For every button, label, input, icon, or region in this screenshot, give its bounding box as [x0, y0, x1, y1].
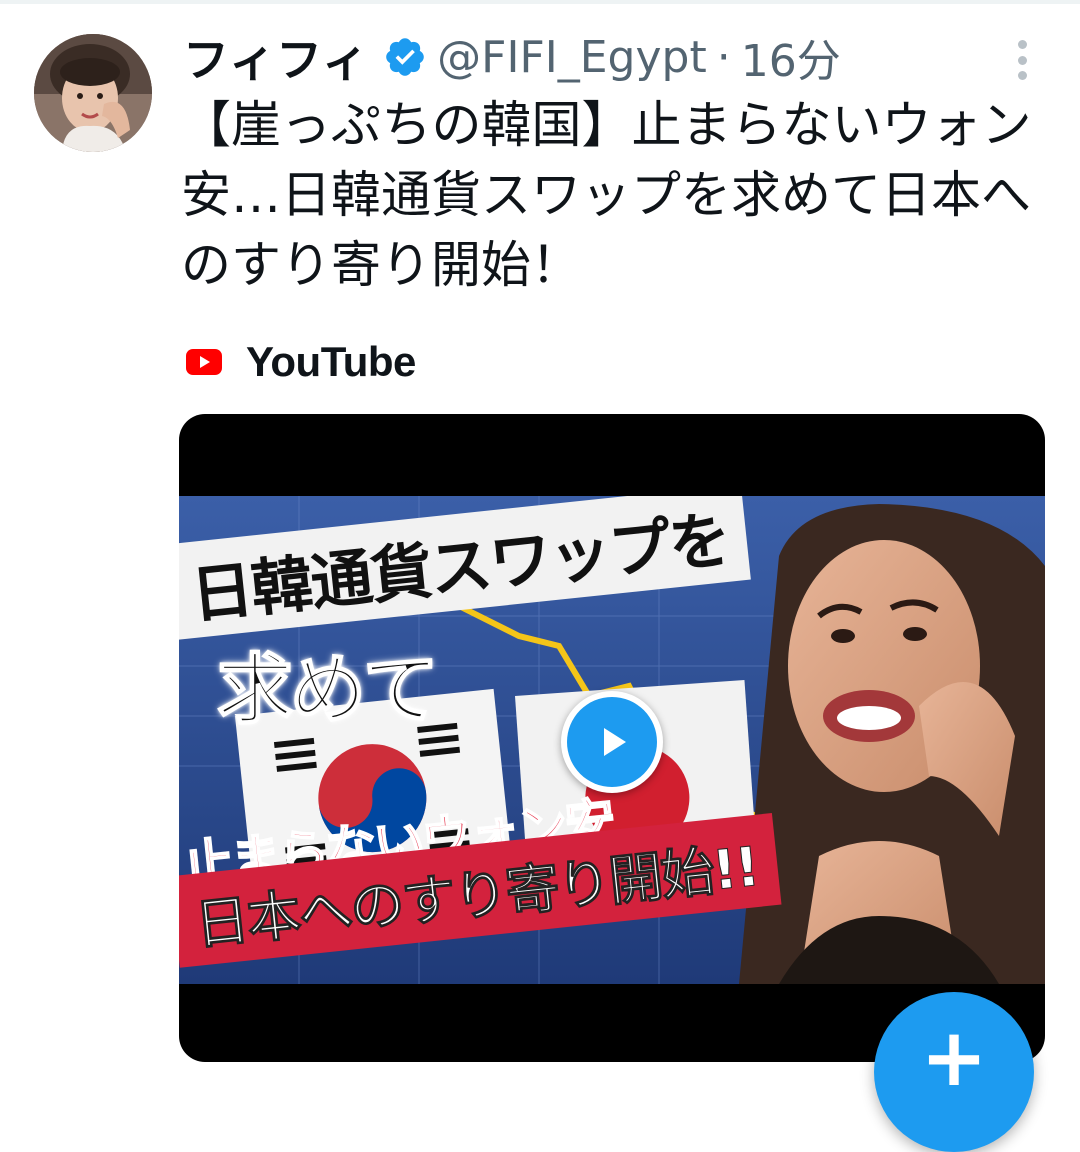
- video-card[interactable]: 日韓通貨スワップを 求めて 止まらないウォン安 日本へのすり寄り開始!!: [179, 414, 1045, 1062]
- separator-dot: ·: [716, 31, 731, 83]
- thumbnail-headline-mid: 求めて: [216, 644, 440, 735]
- card-source-label: YouTube: [246, 338, 416, 385]
- play-button[interactable]: [561, 691, 663, 793]
- compose-plus-icon: +: [920, 1011, 988, 1104]
- play-icon: [567, 697, 657, 787]
- top-divider: [0, 0, 1080, 4]
- verified-badge-icon: [386, 38, 424, 76]
- tweet-header: フィフィ @FIFI_Egypt · 16分: [183, 22, 841, 92]
- tweet-text: 【崖っぷちの韓国】止まらないウォン安…日韓通貨スワップを求めて日本へのすり寄り開…: [181, 96, 1032, 294]
- display-name[interactable]: フィフィ: [183, 24, 369, 90]
- compose-fab-button[interactable]: +: [874, 992, 1034, 1152]
- avatar[interactable]: [34, 34, 152, 152]
- card-source[interactable]: YouTube: [186, 334, 416, 390]
- youtube-icon: [186, 349, 222, 375]
- more-vertical-icon[interactable]: [1012, 40, 1032, 80]
- tweet-timestamp[interactable]: 16分: [741, 25, 841, 89]
- user-handle[interactable]: @FIFI_Egypt: [437, 32, 707, 83]
